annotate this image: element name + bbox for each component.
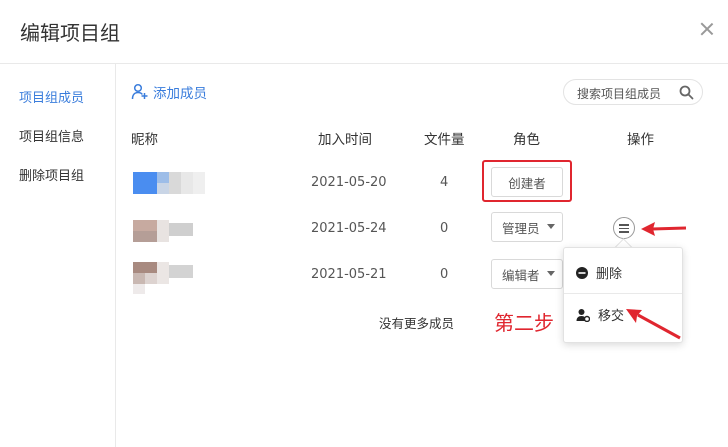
search-icon[interactable] <box>679 85 694 100</box>
search-placeholder: 搜索项目组成员 <box>577 87 662 101</box>
sidebar-item-members[interactable]: 项目组成员 <box>19 87 84 106</box>
avatar <box>133 262 205 294</box>
row-file-count: 0 <box>440 221 449 236</box>
annotation-arrow-icon <box>641 222 687 236</box>
add-user-icon <box>131 83 148 100</box>
avatar <box>133 172 205 194</box>
col-header-files: 文件量 <box>424 132 465 148</box>
col-header-nickname: 昵称 <box>131 132 158 148</box>
more-actions-button[interactable] <box>613 217 635 239</box>
sidebar-item-delete[interactable]: 删除项目组 <box>19 165 84 184</box>
row-joined-date: 2021-05-21 <box>311 267 387 282</box>
add-member-label: 添加成员 <box>153 86 207 102</box>
col-header-actions: 操作 <box>627 132 654 148</box>
role-select[interactable]: 管理员 <box>491 212 563 242</box>
dialog-title: 编辑项目组 <box>20 21 120 45</box>
step-annotation: 第二步 <box>494 311 554 335</box>
role-select-value: 管理员 <box>502 220 540 236</box>
role-select[interactable]: 编辑者 <box>491 259 563 289</box>
annotation-arrow-icon <box>626 309 681 340</box>
close-icon[interactable] <box>698 20 716 38</box>
row-file-count: 0 <box>440 267 449 282</box>
chevron-down-icon <box>547 224 555 229</box>
add-member-button[interactable]: 添加成员 <box>131 82 207 102</box>
menu-item-transfer[interactable]: 移交 <box>576 305 624 324</box>
row-joined-date: 2021-05-20 <box>311 175 387 190</box>
menu-divider <box>564 293 682 294</box>
row-file-count: 4 <box>440 175 449 190</box>
col-header-joined: 加入时间 <box>318 132 372 148</box>
highlight-box <box>482 160 572 202</box>
transfer-user-icon <box>576 308 590 322</box>
dialog-header: 编辑项目组 <box>0 0 728 64</box>
no-more-members-text: 没有更多成员 <box>379 316 455 331</box>
menu-item-delete-label: 删除 <box>596 267 623 282</box>
chevron-down-icon <box>547 271 555 276</box>
sidebar: 项目组成员 项目组信息 删除项目组 <box>0 64 116 447</box>
avatar <box>133 220 205 242</box>
col-header-role: 角色 <box>513 132 540 148</box>
menu-item-delete[interactable]: 删除 <box>576 263 622 282</box>
menu-item-transfer-label: 移交 <box>598 309 625 324</box>
search-input[interactable]: 搜索项目组成员 <box>563 79 703 105</box>
minus-circle-icon <box>576 266 588 279</box>
role-select-value: 编辑者 <box>502 267 540 283</box>
row-joined-date: 2021-05-24 <box>311 221 387 236</box>
sidebar-item-info[interactable]: 项目组信息 <box>19 126 84 145</box>
